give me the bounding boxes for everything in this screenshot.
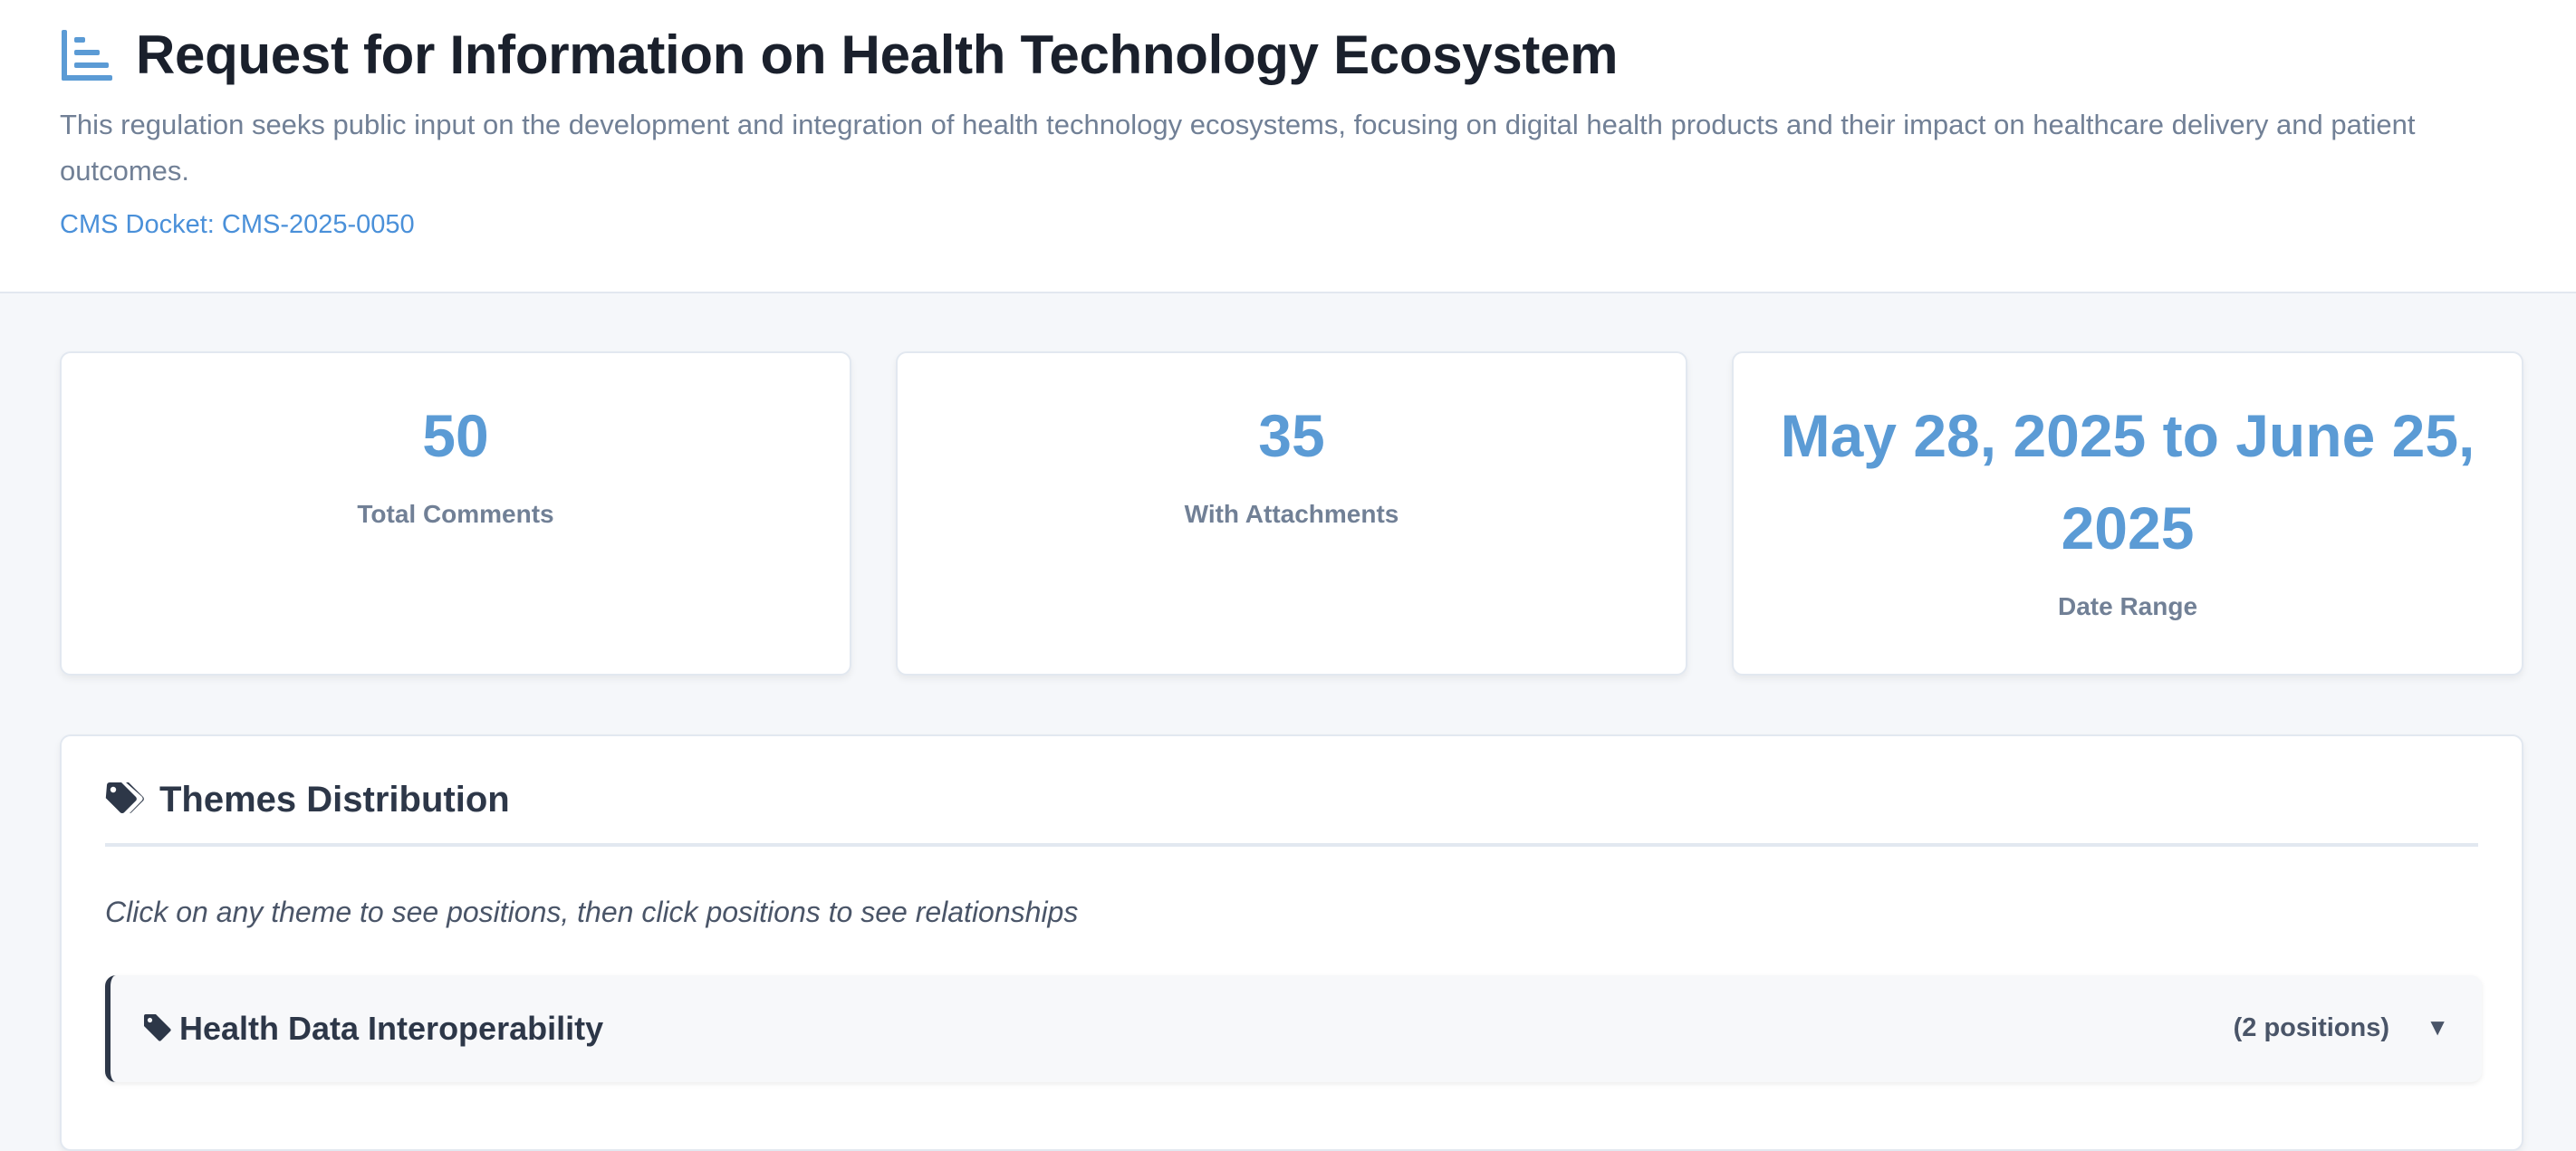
stat-label: Total Comments — [357, 500, 554, 528]
docket-link[interactable]: CMS Docket: CMS-2025-0050 — [60, 210, 415, 240]
stat-label: Date Range — [2057, 592, 2198, 620]
stat-card-total-comments: 50 Total Comments — [60, 351, 851, 676]
theme-name: Health Data Interoperability — [179, 1010, 604, 1047]
page-title: Request for Information on Health Techno… — [136, 24, 1619, 85]
themes-header: Themes Distribution — [105, 780, 2478, 847]
theme-item-health-data-interoperability[interactable]: Health Data Interoperability (2 position… — [105, 975, 2482, 1082]
tags-icon — [105, 782, 144, 814]
themes-panel: Themes Distribution Click on any theme t… — [60, 734, 2523, 1151]
chart-bar-icon — [62, 29, 112, 81]
stat-card-date-range: May 28, 2025 to June 25, 2025 Date Range — [1732, 351, 2523, 676]
stat-label: With Attachments — [1184, 500, 1399, 528]
chevron-down-icon[interactable]: ▼ — [2426, 1013, 2449, 1041]
stat-value: 50 — [422, 402, 489, 469]
title-row: Request for Information on Health Techno… — [60, 24, 1619, 86]
stat-card-with-attachments: 35 With Attachments — [896, 351, 1687, 676]
themes-title: Themes Distribution — [159, 780, 510, 820]
stat-value: May 28, 2025 to June 25, 2025 — [1780, 402, 2475, 561]
page-header: Request for Information on Health Techno… — [0, 0, 2576, 293]
themes-hint: Click on any theme to see positions, the… — [105, 896, 1079, 928]
tag-icon — [144, 1014, 171, 1041]
stat-value: 35 — [1258, 402, 1325, 469]
page-description: This regulation seeks public input on th… — [60, 109, 2416, 187]
theme-position-count: (2 positions) — [2233, 1013, 2389, 1042]
